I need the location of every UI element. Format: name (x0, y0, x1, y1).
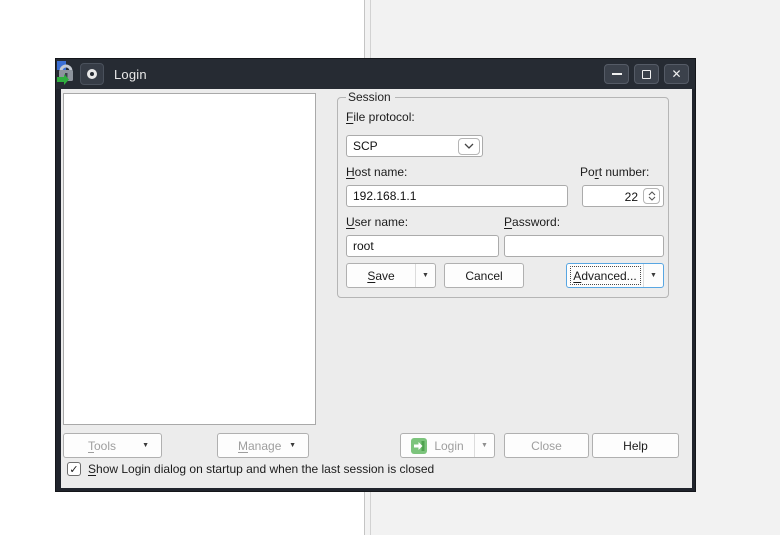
port-number-label: Port number: (580, 165, 649, 179)
saved-sites-list[interactable] (63, 93, 316, 425)
port-number-value: 22 (625, 190, 638, 204)
dropdown-arrow-icon: ▼ (481, 442, 488, 449)
login-dialog-window: Login ✕ Session File protocol: SCP Host … (55, 58, 696, 492)
advanced-button[interactable]: Advanced... (567, 264, 643, 287)
startup-checkbox-label: Show Login dialog on startup and when th… (88, 462, 434, 476)
minimize-icon (612, 73, 622, 75)
close-session-button[interactable]: Close (504, 433, 589, 458)
save-button[interactable]: Save (347, 264, 415, 287)
manage-button[interactable]: Manage ▼ (217, 433, 309, 458)
password-input[interactable] (504, 235, 664, 257)
login-dropdown-button[interactable]: ▼ (474, 434, 494, 457)
password-label: Password: (504, 215, 560, 229)
login-button[interactable]: Login (401, 434, 474, 457)
checkmark-icon: ✓ (69, 463, 78, 476)
dialog-client-area: Session File protocol: SCP Host name: Po… (61, 89, 692, 488)
file-protocol-label: File protocol: (346, 110, 415, 124)
file-protocol-value: SCP (353, 139, 378, 153)
dropdown-arrow-icon: ▼ (650, 272, 657, 279)
session-group-legend: Session (346, 90, 395, 104)
chevron-down-icon (648, 196, 656, 201)
save-button-label: Save (367, 269, 394, 283)
file-protocol-select[interactable]: SCP (346, 135, 483, 157)
login-button-label: Login (434, 439, 463, 453)
user-name-label: User name: (346, 215, 408, 229)
login-icon (411, 438, 427, 454)
startup-checkbox[interactable]: ✓ (67, 462, 81, 476)
maximize-icon (642, 70, 651, 79)
session-group: Session File protocol: SCP Host name: Po… (337, 97, 669, 298)
focus-rectangle (570, 266, 641, 285)
cancel-button[interactable]: Cancel (444, 263, 524, 288)
advanced-split-button: Advanced... ▼ (566, 263, 664, 288)
port-spinner[interactable] (643, 188, 660, 204)
port-number-field[interactable]: 22 (582, 185, 664, 207)
save-split-button: Save ▼ (346, 263, 436, 288)
session-glyph-icon (87, 69, 97, 79)
dropdown-arrow-icon: ▼ (142, 442, 149, 449)
host-name-label: Host name: (346, 165, 407, 179)
tools-button-label: Tools (88, 439, 116, 453)
host-name-input[interactable] (346, 185, 568, 207)
tools-button[interactable]: Tools ▼ (63, 433, 162, 458)
file-protocol-dropdown-button[interactable] (458, 138, 480, 155)
maximize-button[interactable] (634, 64, 659, 84)
winscp-app-icon (55, 61, 77, 85)
close-button[interactable]: ✕ (664, 64, 689, 84)
close-button-label: Close (531, 439, 562, 453)
chevron-down-icon (464, 143, 474, 149)
advanced-dropdown-button[interactable]: ▼ (643, 264, 663, 287)
dropdown-arrow-icon: ▼ (422, 272, 429, 279)
save-dropdown-button[interactable]: ▼ (415, 264, 435, 287)
dialog-titlebar[interactable]: Login ✕ (56, 59, 695, 89)
user-name-input[interactable] (346, 235, 499, 257)
cancel-button-label: Cancel (465, 269, 502, 283)
minimize-button[interactable] (604, 64, 629, 84)
login-split-button: Login ▼ (400, 433, 495, 458)
help-button-label: Help (623, 439, 648, 453)
manage-button-label: Manage (238, 439, 281, 453)
session-menu-icon[interactable] (80, 63, 104, 85)
help-button[interactable]: Help (592, 433, 679, 458)
dialog-title: Login (114, 67, 147, 82)
close-icon: ✕ (671, 68, 681, 80)
startup-checkbox-row: ✓ Show Login dialog on startup and when … (67, 462, 434, 476)
dropdown-arrow-icon: ▼ (289, 442, 296, 449)
